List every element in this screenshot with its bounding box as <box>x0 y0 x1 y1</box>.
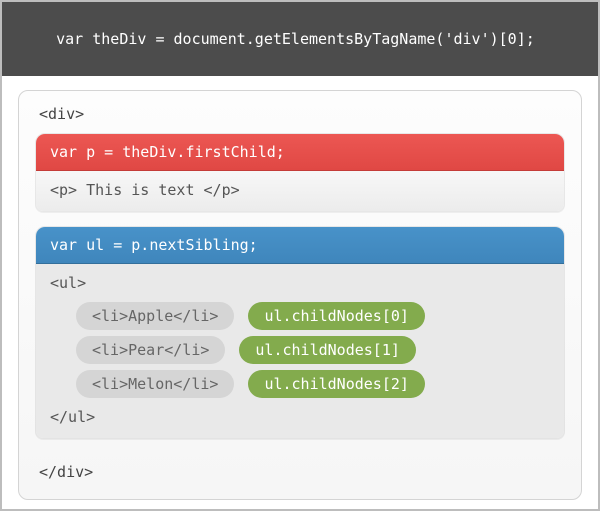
li-row-2: <li>Melon</li> ul.childNodes[2] <box>76 370 550 398</box>
ul-close-tag: </ul> <box>50 408 550 426</box>
p-block: var p = theDiv.firstChild; <p> This is t… <box>35 133 565 212</box>
ul-block-body: <ul> <li>Apple</li> ul.childNodes[0] <li… <box>36 264 564 438</box>
div-open-tag: <div> <box>35 101 565 133</box>
div-panel: <div> var p = theDiv.firstChild; <p> Thi… <box>18 90 582 500</box>
p-block-body: <p> This is text </p> <box>36 171 564 211</box>
li-row-0: <li>Apple</li> ul.childNodes[0] <box>76 302 550 330</box>
top-code-text: var theDiv = document.getElementsByTagNa… <box>56 30 535 48</box>
diagram-root: var theDiv = document.getElementsByTagNa… <box>0 0 600 511</box>
ul-block-header: var ul = p.nextSibling; <box>36 227 564 264</box>
p-block-body-text: <p> This is text </p> <box>50 181 240 199</box>
li-pill-1: <li>Pear</li> <box>76 336 225 364</box>
ref-pill-2: ul.childNodes[2] <box>248 370 425 398</box>
ul-open-tag: <ul> <box>50 274 550 292</box>
li-row-1: <li>Pear</li> ul.childNodes[1] <box>76 336 550 364</box>
li-pill-0: <li>Apple</li> <box>76 302 234 330</box>
div-close-tag: </div> <box>35 453 565 485</box>
li-rows: <li>Apple</li> ul.childNodes[0] <li>Pear… <box>50 292 550 408</box>
li-pill-2: <li>Melon</li> <box>76 370 234 398</box>
top-code-bar: var theDiv = document.getElementsByTagNa… <box>2 2 598 76</box>
p-block-header: var p = theDiv.firstChild; <box>36 134 564 171</box>
content-area: <div> var p = theDiv.firstChild; <p> Thi… <box>2 76 598 510</box>
ref-pill-0: ul.childNodes[0] <box>248 302 425 330</box>
ref-pill-1: ul.childNodes[1] <box>239 336 416 364</box>
ul-block: var ul = p.nextSibling; <ul> <li>Apple</… <box>35 226 565 439</box>
